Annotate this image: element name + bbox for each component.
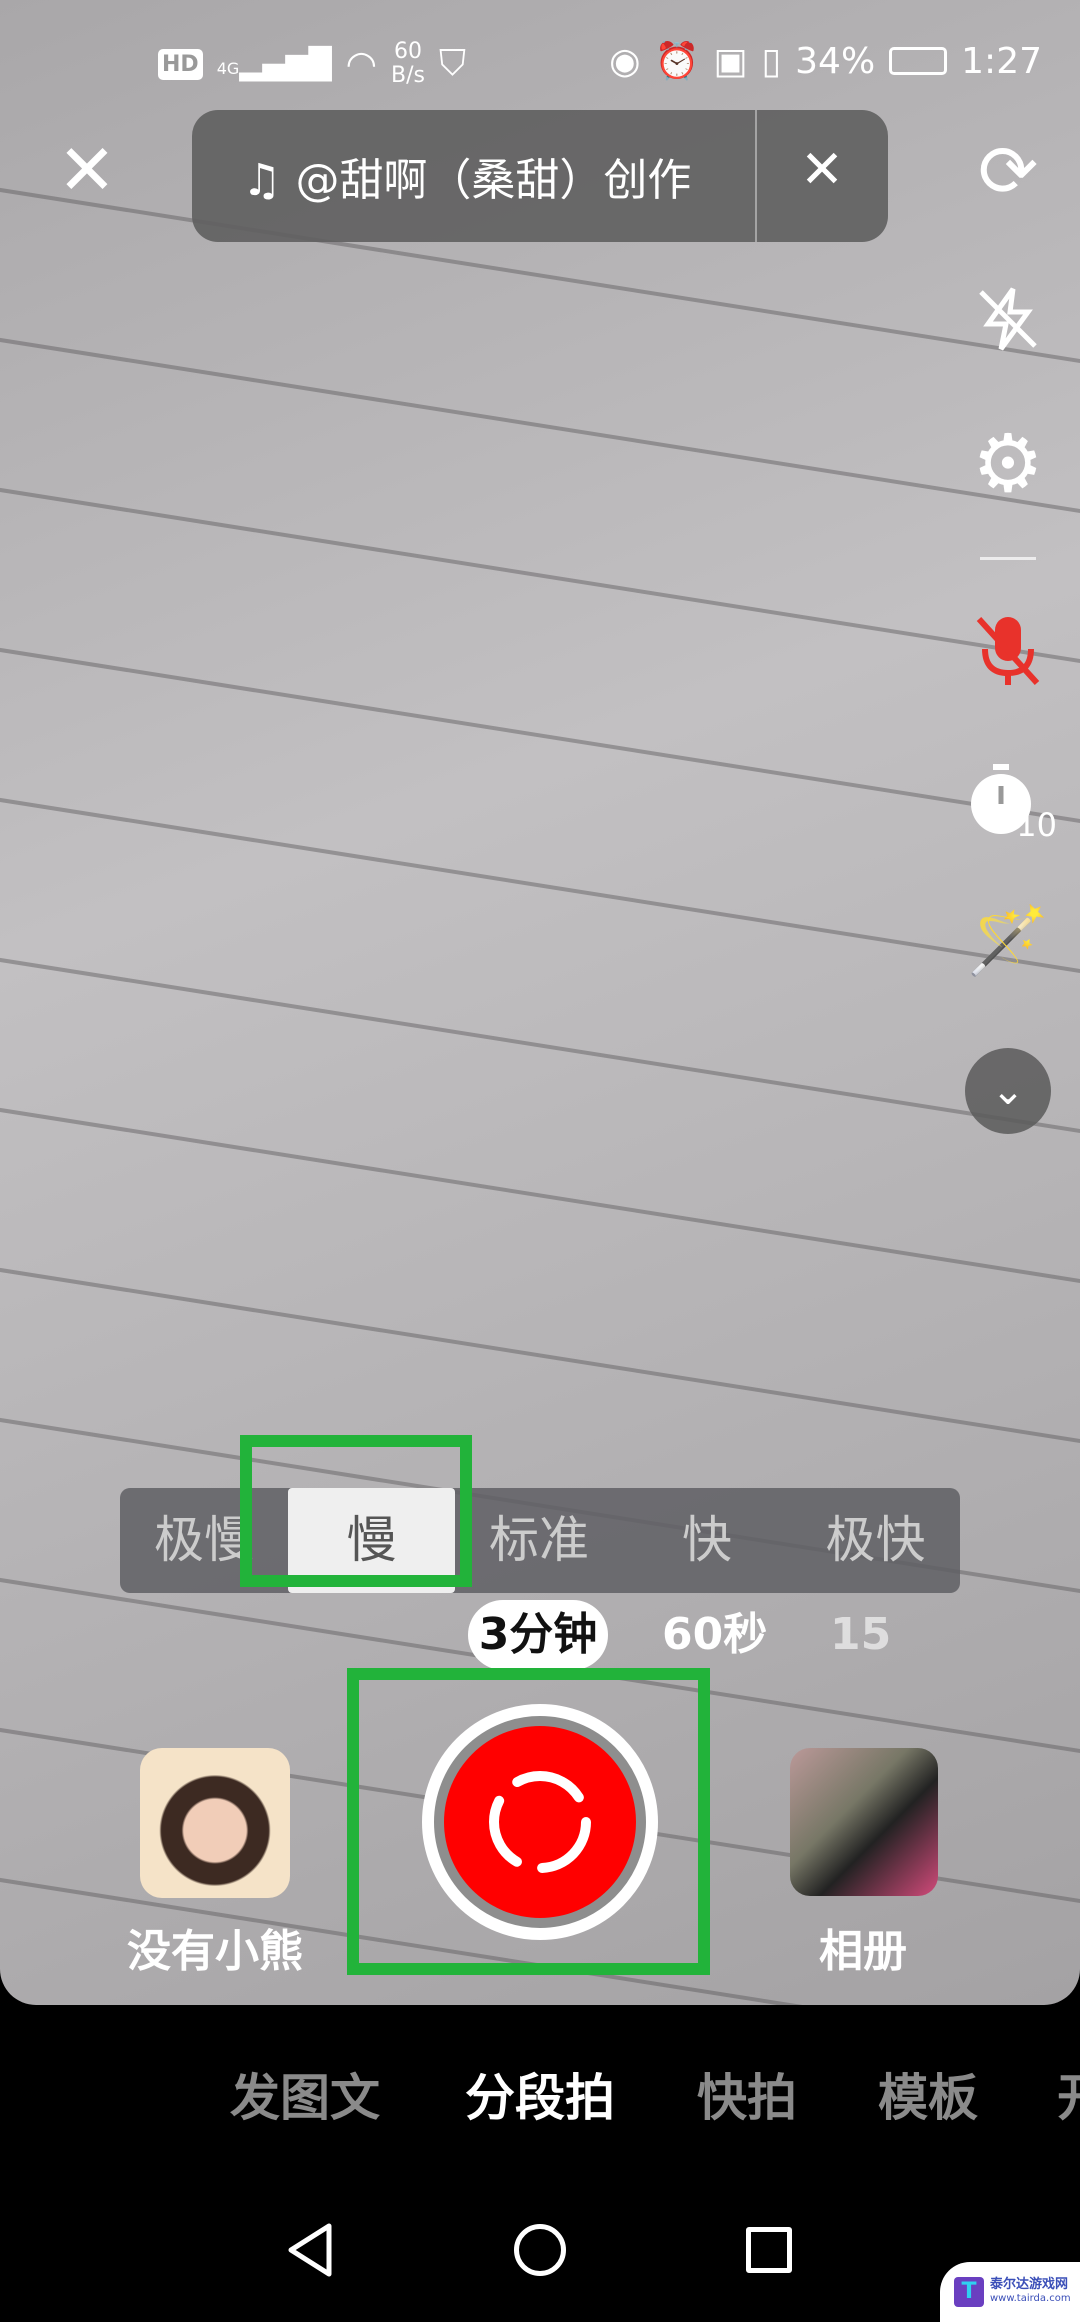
vibrate-icon: ▯	[761, 40, 782, 82]
music-title: @甜啊（桑甜）创作	[295, 155, 692, 206]
camera-preview[interactable]: HD 4G▂▄▆█ ◠ 60 B/s ⛉ ◉ ⏰ ▣ ▯ 34% 1:27 ✕ ♫…	[0, 0, 1080, 2005]
watermark-logo-icon: T	[954, 2277, 984, 2307]
mode-tab[interactable]: 快拍	[697, 2058, 797, 2130]
network-speed: 60 B/s	[390, 39, 425, 88]
hd-badge: HD	[158, 48, 203, 80]
eye-icon: ◉	[609, 40, 641, 82]
camera-status-icon: ▣	[713, 40, 748, 82]
status-left: HD 4G▂▄▆█ ◠ 60 B/s ⛉	[158, 40, 466, 88]
divider	[755, 110, 757, 242]
mode-tab-selected[interactable]: 分段拍	[465, 2058, 615, 2130]
watermark: T 泰尔达游戏网 www.tairda.com	[940, 2262, 1080, 2322]
duration-option[interactable]: 60秒	[662, 1600, 767, 1670]
mode-tab[interactable]: 开	[1057, 2058, 1080, 2130]
nav-back-button[interactable]	[285, 2222, 335, 2282]
album-thumbnail[interactable]	[790, 1748, 938, 1896]
album-label[interactable]: 相册	[819, 1915, 907, 1979]
mode-tab[interactable]: 模板	[878, 2058, 978, 2130]
shield-user-icon: ⛉	[438, 43, 466, 84]
effect-label[interactable]: 没有小熊	[127, 1915, 303, 1979]
highlight-box	[240, 1435, 472, 1587]
settings-icon[interactable]: ⚙	[965, 417, 1051, 510]
music-note-icon: ♫	[242, 155, 296, 206]
battery-percent: 34%	[795, 40, 876, 82]
speed-option[interactable]: 快	[623, 1488, 791, 1593]
speed-option[interactable]: 标准	[455, 1488, 623, 1593]
status-right: ◉ ⏰ ▣ ▯ 34% 1:27	[609, 40, 1042, 83]
beauty-wand-icon[interactable]: 🪄	[965, 898, 1051, 984]
wifi-icon: ◠	[345, 43, 377, 85]
toolbar-divider	[980, 557, 1036, 560]
timer-icon[interactable]: 10	[965, 758, 1057, 844]
battery-icon	[889, 47, 948, 75]
mode-tab[interactable]: 发图文	[230, 2058, 380, 2130]
effect-thumbnail[interactable]	[140, 1748, 290, 1898]
timer-value: 10	[1016, 806, 1057, 844]
close-button[interactable]: ✕	[52, 130, 122, 210]
duration-option[interactable]: 15	[830, 1600, 891, 1670]
duration-option-selected[interactable]: 3分钟	[468, 1600, 608, 1670]
clock: 1:27	[961, 40, 1042, 82]
alarm-icon: ⏰	[654, 41, 700, 82]
flash-off-icon[interactable]	[965, 276, 1051, 362]
chevron-down-icon: ⌄	[991, 1068, 1025, 1114]
speed-option[interactable]: 极快	[791, 1488, 960, 1593]
nav-home-button[interactable]	[514, 2224, 566, 2276]
flip-camera-icon[interactable]: ⟳	[965, 128, 1051, 214]
expand-more-button[interactable]: ⌄	[965, 1048, 1051, 1134]
remove-music-button[interactable]: ✕	[782, 140, 862, 210]
nav-recents-button[interactable]	[746, 2227, 792, 2273]
mic-off-icon[interactable]	[965, 608, 1051, 694]
highlight-box	[347, 1668, 710, 1975]
music-selector[interactable]: ♫ @甜啊（桑甜）创作 ✕	[192, 110, 888, 242]
signal-icon: 4G▂▄▆█	[216, 46, 332, 82]
